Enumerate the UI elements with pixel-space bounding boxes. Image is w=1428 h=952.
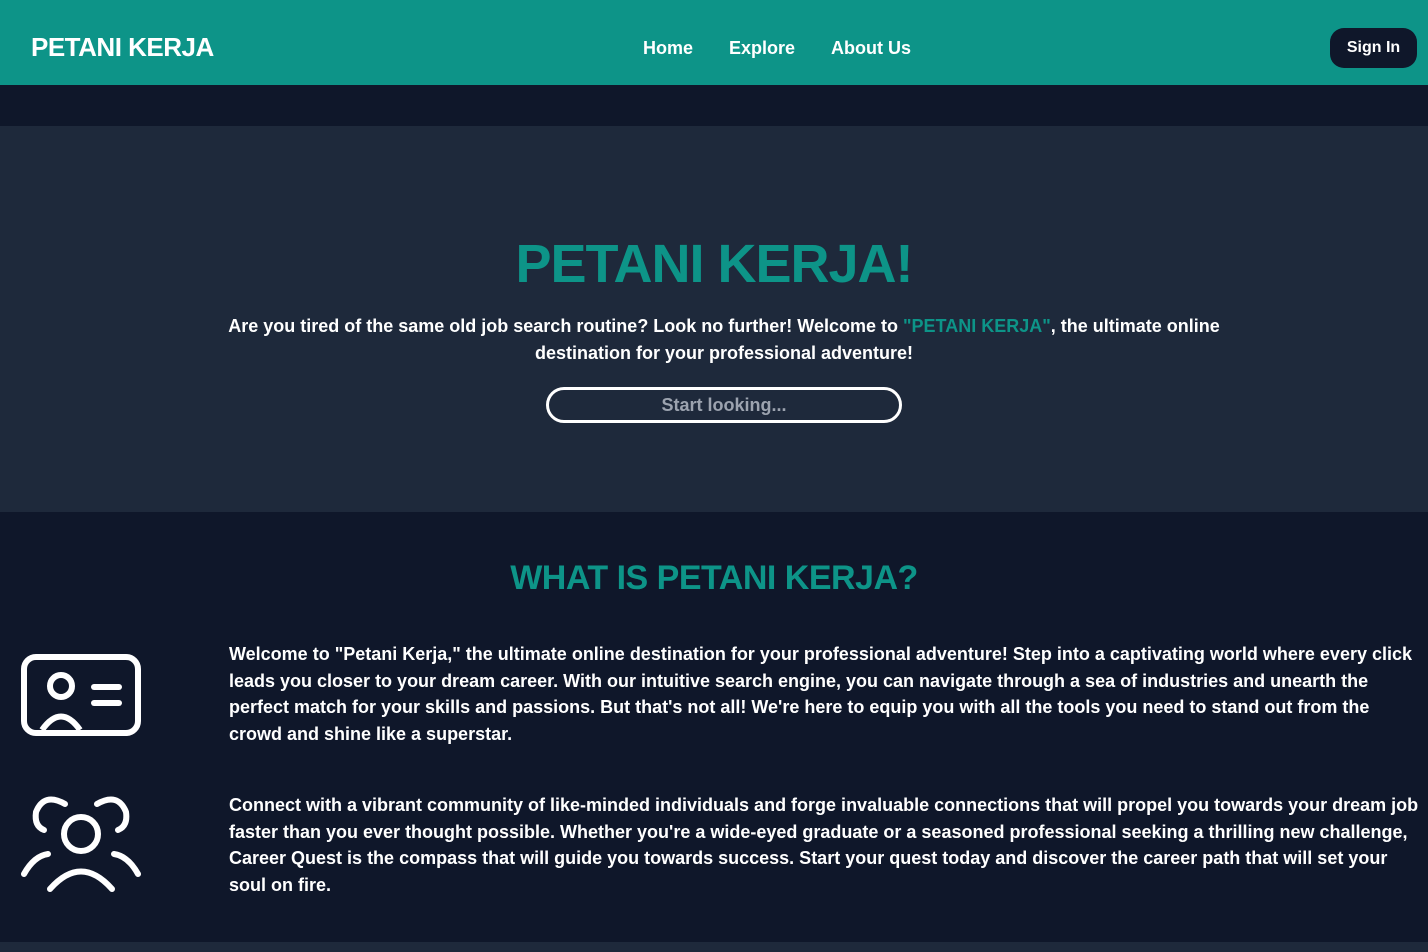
hero-section: PETANI KERJA! Are you tired of the same … [0, 126, 1428, 512]
users-icon [20, 794, 142, 901]
navbar: PETANI KERJA Home Explore About Us Sign … [0, 0, 1428, 85]
about-title: WHAT IS PETANI KERJA? [510, 559, 918, 597]
nav-link-explore[interactable]: Explore [729, 37, 795, 59]
sign-in-button[interactable]: Sign In [1330, 28, 1417, 68]
nav-links: Home Explore About Us [643, 37, 911, 59]
nav-link-home[interactable]: Home [643, 37, 693, 59]
brand-logo[interactable]: PETANI KERJA [31, 32, 214, 62]
search-input[interactable] [546, 387, 902, 423]
header-spacer [0, 85, 1428, 126]
feature-text-community: Connect with a vibrant community of like… [229, 795, 1419, 896]
hero-text-start: Are you tired of the same old job search… [228, 316, 903, 336]
hero-brand-highlight: "PETANI KERJA" [902, 316, 1051, 336]
about-section: WHAT IS PETANI KERJA? Welcome to "Petani… [0, 512, 1428, 942]
hero-title: PETANI KERJA! [515, 234, 913, 294]
id-card-icon [20, 653, 142, 742]
hero-description: Are you tired of the same old job search… [224, 313, 1224, 367]
feature-text-intro: Welcome to "Petani Kerja," the ultimate … [229, 644, 1412, 745]
nav-link-about-us[interactable]: About Us [831, 37, 911, 59]
footer-edge [0, 942, 1428, 952]
